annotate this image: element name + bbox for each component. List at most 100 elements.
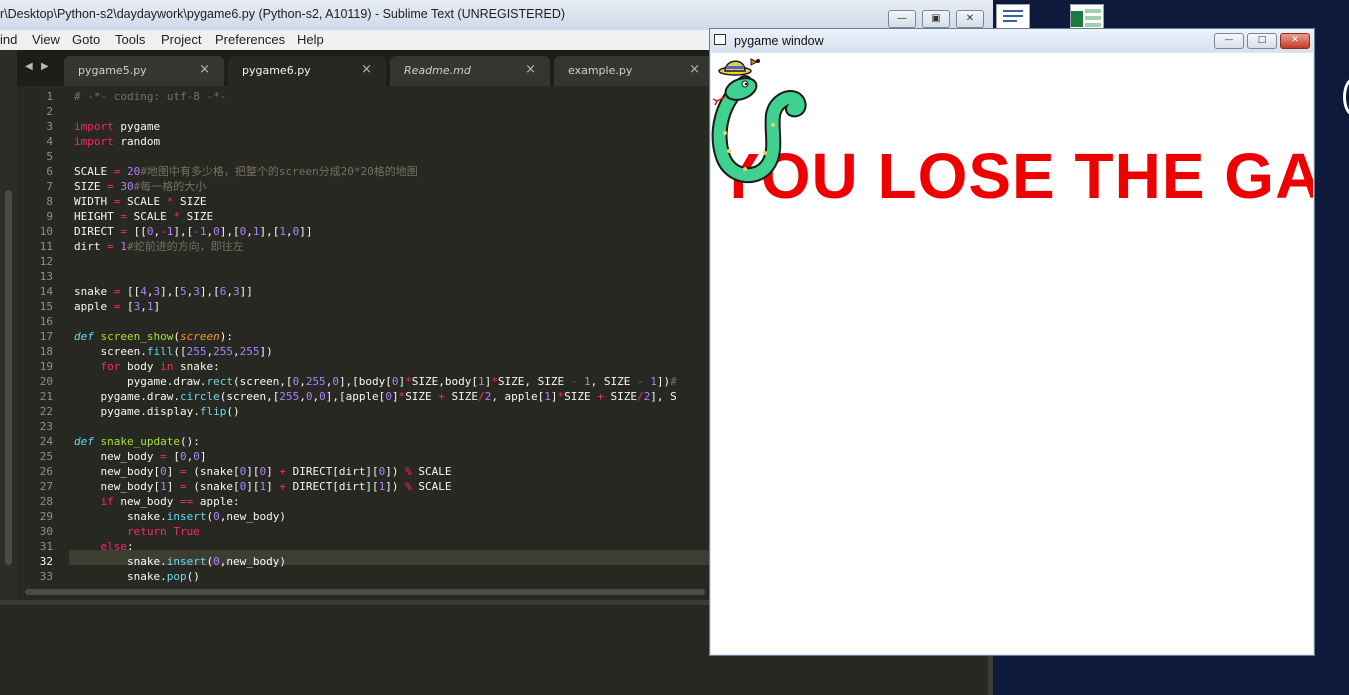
arrow-left-icon[interactable]: ◀ (25, 61, 33, 72)
line-number[interactable]: 13 (40, 269, 53, 284)
line-number[interactable]: 3 (46, 119, 53, 134)
tab-label: example.py (568, 64, 633, 77)
line-number[interactable]: 22 (40, 404, 53, 419)
line-number[interactable]: 17 (40, 329, 53, 344)
code-line[interactable]: import random (74, 134, 160, 149)
tab-readme[interactable]: Readme.md × (390, 56, 550, 86)
line-number[interactable]: 32 (40, 554, 53, 569)
close-icon[interactable]: × (525, 62, 536, 77)
code-line[interactable]: if new_body == apple: (74, 494, 240, 509)
tab-example[interactable]: example.py × (554, 56, 714, 86)
code-line[interactable]: def screen_show(screen): (74, 329, 233, 344)
code-line[interactable]: DIRECT = [[0,-1],[-1,0],[0,1],[1,0]] (74, 224, 312, 239)
pygame-titlebar[interactable]: pygame window — □ ✕ (710, 29, 1314, 52)
code-line[interactable]: pygame.display.flip() (74, 404, 239, 419)
maximize-button[interactable]: ▣ (922, 10, 950, 28)
code-line[interactable]: new_body[1] = (snake[0][1] + DIRECT[dirt… (74, 479, 451, 494)
code-line[interactable]: for body in snake: (74, 359, 220, 374)
sidebar-scrollbar[interactable] (5, 190, 12, 565)
code-line[interactable]: apple = [3,1] (74, 299, 160, 314)
code-line[interactable]: def snake_update(): (74, 434, 200, 449)
line-number[interactable]: 2 (46, 104, 53, 119)
snake-mascot-image (711, 58, 807, 184)
window-title: r\Desktop\Python-s2\daydaywork\pygame6.p… (0, 7, 566, 21)
line-number[interactable]: 26 (40, 464, 53, 479)
line-number[interactable]: 21 (40, 389, 53, 404)
line-number[interactable]: 10 (40, 224, 53, 239)
code-line[interactable]: return True (74, 524, 200, 539)
line-number-gutter: 1 2 3 4 5 6 7 8 9 10 11 12 13 14 15 16 17 18 19 20 21 22 23 24 2… (17, 86, 69, 584)
minimize-button[interactable]: — (1214, 33, 1244, 49)
minimize-button[interactable]: — (888, 10, 916, 28)
code-line[interactable]: SCALE = 20#地图中有多少格，把整个的screen分成20*20格的地图 (74, 164, 418, 179)
line-number[interactable]: 30 (40, 524, 53, 539)
pygame-window: pygame window — □ ✕ YOU LOSE THE GA (709, 28, 1315, 656)
code-line[interactable]: screen.fill([255,255,255]) (74, 344, 272, 359)
close-button[interactable]: ✕ (956, 10, 984, 28)
line-number[interactable]: 4 (46, 134, 53, 149)
code-line[interactable]: new_body[0] = (snake[0][0] + DIRECT[dirt… (74, 464, 451, 479)
code-line[interactable]: else: (74, 539, 134, 554)
line-number[interactable]: 7 (46, 179, 53, 194)
line-number[interactable]: 33 (40, 569, 53, 584)
code-editor[interactable]: # -*- coding: utf-8 -*- import pygame impo… (69, 86, 709, 584)
horizontal-scrollbar[interactable] (17, 584, 709, 600)
menu-tools[interactable]: Tools (115, 32, 145, 47)
line-number[interactable]: 23 (40, 419, 53, 434)
window-app-icon (714, 34, 726, 45)
code-line[interactable]: snake.insert(0,new_body) (74, 509, 286, 524)
line-number[interactable]: 15 (40, 299, 53, 314)
code-line[interactable]: snake.insert(0,new_body) (74, 554, 286, 569)
close-icon[interactable]: × (361, 62, 372, 77)
line-number[interactable]: 20 (40, 374, 53, 389)
line-number[interactable]: 1 (46, 89, 53, 104)
menu-help[interactable]: Help (297, 32, 324, 47)
line-number[interactable]: 19 (40, 359, 53, 374)
close-button[interactable]: ✕ (1280, 33, 1310, 49)
menu-preferences[interactable]: Preferences (215, 32, 285, 47)
code-line[interactable]: pygame.draw.rect(screen,[0,255,0],[body[… (74, 374, 677, 389)
code-line[interactable]: pygame.draw.circle(screen,[255,0,0],[app… (74, 389, 676, 404)
line-number[interactable]: 11 (40, 239, 53, 254)
line-number[interactable]: 24 (40, 434, 53, 449)
code-line[interactable]: new_body = [0,0] (74, 449, 206, 464)
tab-label: pygame5.py (78, 64, 147, 77)
scrollbar-thumb[interactable] (25, 589, 705, 595)
line-number[interactable]: 16 (40, 314, 53, 329)
line-number[interactable]: 5 (46, 149, 53, 164)
close-icon[interactable]: × (689, 62, 700, 77)
close-icon[interactable]: × (199, 62, 210, 77)
menu-view[interactable]: View (32, 32, 60, 47)
maximize-button[interactable]: □ (1247, 33, 1277, 49)
line-number[interactable]: 9 (46, 209, 53, 224)
code-line[interactable]: dirt = 1#蛇前进的方向，即往左 (74, 239, 244, 254)
code-line[interactable]: SIZE = 30#每一格的大小 (74, 179, 206, 194)
pygame-window-title: pygame window (734, 34, 824, 48)
menu-goto[interactable]: Goto (72, 32, 100, 47)
menu-find[interactable]: ind (0, 32, 17, 47)
line-number[interactable]: 14 (40, 284, 53, 299)
line-number[interactable]: 18 (40, 344, 53, 359)
circle-icon (1343, 78, 1349, 116)
sublime-titlebar[interactable]: r\Desktop\Python-s2\daydaywork\pygame6.p… (0, 0, 993, 31)
code-line[interactable]: snake = [[4,3],[5,3],[6,3]] (74, 284, 253, 299)
line-number[interactable]: 28 (40, 494, 53, 509)
line-number[interactable]: 25 (40, 449, 53, 464)
menu-project[interactable]: Project (161, 32, 201, 47)
tab-pygame5[interactable]: pygame5.py × (64, 56, 224, 86)
line-number[interactable]: 31 (40, 539, 53, 554)
code-line[interactable]: import pygame (74, 119, 160, 134)
code-line[interactable]: snake.pop() (74, 569, 200, 584)
line-number[interactable]: 6 (46, 164, 53, 179)
code-line[interactable]: # -*- coding: utf-8 -*- (74, 89, 226, 104)
game-canvas[interactable]: YOU LOSE THE GA (711, 53, 1313, 654)
line-number[interactable]: 27 (40, 479, 53, 494)
code-line[interactable]: HEIGHT = SCALE * SIZE (74, 209, 213, 224)
tab-label: Readme.md (404, 64, 471, 77)
line-number[interactable]: 29 (40, 509, 53, 524)
arrow-right-icon[interactable]: ▶ (41, 61, 49, 72)
line-number[interactable]: 12 (40, 254, 53, 269)
line-number[interactable]: 8 (46, 194, 53, 209)
tab-pygame6[interactable]: pygame6.py × (228, 56, 386, 86)
code-line[interactable]: WIDTH = SCALE * SIZE (74, 194, 206, 209)
